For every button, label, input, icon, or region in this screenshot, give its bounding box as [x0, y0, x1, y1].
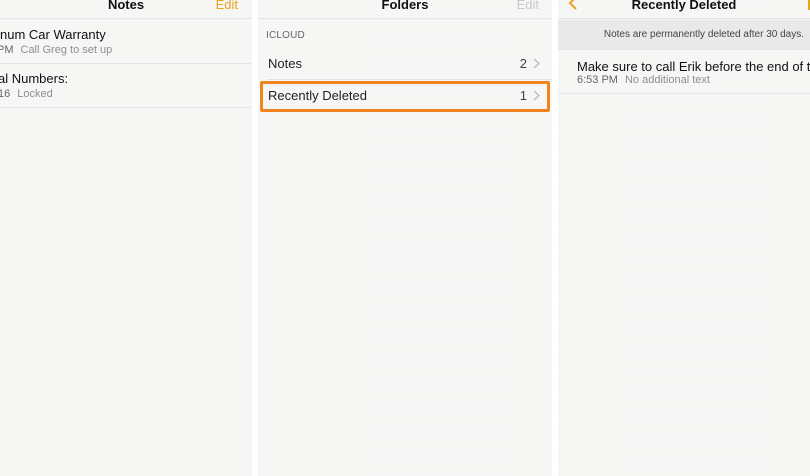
chevron-right-icon — [533, 58, 540, 69]
icloud-section-header: ICLOUD — [266, 30, 305, 41]
folders-navbar: Folders Edit — [258, 0, 552, 19]
note-title: Make sure to call Erik before the end of… — [577, 59, 810, 74]
folder-row-notes[interactable]: Notes 2 — [258, 48, 552, 80]
folder-label: Notes — [268, 56, 302, 71]
deletion-info-banner: Notes are permanently deleted after 30 d… — [558, 20, 810, 50]
highlight-box — [260, 81, 550, 112]
deleted-title: Recently Deleted — [631, 0, 737, 12]
folders-edit-button[interactable]: Edit — [517, 0, 539, 12]
note-meta: PM Call Greg to set up — [0, 44, 112, 56]
note-meta: 16 Locked — [0, 88, 53, 100]
notes-list-panel: Notes Edit num Car Warranty PM Call Greg … — [0, 0, 252, 476]
folders-title: Folders — [381, 0, 429, 12]
note-time: 16 — [0, 88, 11, 100]
note-row-car-warranty[interactable]: num Car Warranty PM Call Greg to set up — [0, 20, 252, 64]
folders-panel: Folders Edit ICLOUD Notes 2 Recently Del… — [258, 0, 552, 476]
note-meta: 6:53 PM No additional text — [577, 74, 710, 86]
deleted-note-row[interactable]: Make sure to call Erik before the end of… — [558, 50, 810, 94]
notes-navbar: Notes Edit — [0, 0, 252, 19]
deleted-navbar: Recently Deleted — [558, 0, 810, 19]
note-preview: Call Greg to set up — [20, 44, 113, 56]
folder-count: 2 — [519, 56, 527, 71]
recently-deleted-panel: Recently Deleted Notes are permanently d… — [558, 0, 810, 476]
notes-edit-button[interactable]: Edit — [216, 0, 238, 12]
note-title: al Numbers: — [0, 71, 69, 86]
note-preview: Locked — [17, 88, 53, 100]
note-title: num Car Warranty — [0, 27, 106, 42]
note-row-numbers[interactable]: al Numbers: 16 Locked — [0, 64, 252, 108]
note-preview: No additional text — [624, 74, 710, 86]
note-time: 6:53 PM — [577, 74, 618, 86]
note-time: PM — [0, 44, 14, 56]
notes-title: Notes — [107, 0, 145, 12]
